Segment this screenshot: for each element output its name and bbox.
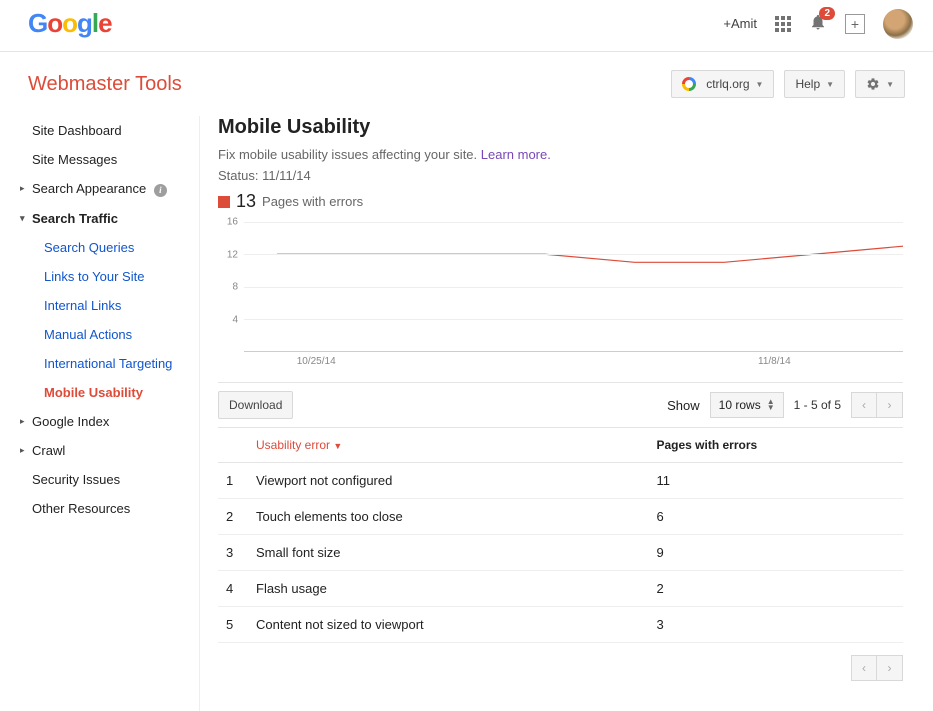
show-label: Show bbox=[667, 398, 700, 413]
headerbar: Webmaster Tools ctrlq.org ▼ Help ▼ ▼ bbox=[0, 52, 933, 116]
usability-table: Usability error ▼ Pages with errors 1Vie… bbox=[218, 428, 903, 643]
row-pages: 6 bbox=[648, 499, 903, 535]
table-controls: Download Show 10 rows ▲▼ 1 - 5 of 5 ‹ › bbox=[218, 382, 903, 428]
user-link[interactable]: +Amit bbox=[723, 16, 757, 31]
row-index: 5 bbox=[218, 607, 248, 643]
legend-count: 13 bbox=[236, 191, 256, 212]
rows-value: 10 rows bbox=[719, 398, 761, 412]
pager-buttons-bottom: ‹ › bbox=[851, 655, 903, 681]
sidebar: Site Dashboard Site Messages Search Appe… bbox=[0, 116, 200, 711]
sidebar-item-other[interactable]: Other Resources bbox=[14, 494, 199, 523]
page-title: Mobile Usability bbox=[218, 116, 903, 139]
site-selector[interactable]: ctrlq.org ▼ bbox=[671, 70, 774, 98]
pager-next-bottom[interactable]: › bbox=[877, 655, 903, 681]
site-favicon bbox=[682, 77, 696, 91]
topbar: Google +Amit 2 + bbox=[0, 0, 933, 52]
sidebar-item-search-appearance[interactable]: Search Appearance i bbox=[14, 174, 199, 204]
help-button[interactable]: Help ▼ bbox=[784, 70, 845, 98]
chart-legend: 13 Pages with errors bbox=[218, 191, 903, 212]
sort-indicator-icon: ▼ bbox=[333, 441, 342, 451]
row-index: 4 bbox=[218, 571, 248, 607]
rows-select[interactable]: 10 rows ▲▼ bbox=[710, 392, 784, 418]
col-pages[interactable]: Pages with errors bbox=[648, 428, 903, 463]
pager-prev-bottom[interactable]: ‹ bbox=[851, 655, 877, 681]
avatar[interactable] bbox=[883, 9, 913, 39]
table-row[interactable]: 5Content not sized to viewport3 bbox=[218, 607, 903, 643]
legend-swatch bbox=[218, 196, 230, 208]
sidebar-item-internal-links[interactable]: Internal Links bbox=[14, 291, 199, 320]
site-label: ctrlq.org bbox=[706, 77, 749, 91]
sidebar-item-label: Search Appearance bbox=[32, 181, 146, 196]
main-content: Mobile Usability Fix mobile usability is… bbox=[200, 116, 933, 711]
col-index bbox=[218, 428, 248, 463]
table-row[interactable]: 2Touch elements too close6 bbox=[218, 499, 903, 535]
sidebar-item-security[interactable]: Security Issues bbox=[14, 465, 199, 494]
chart-area bbox=[244, 222, 903, 352]
google-logo[interactable]: Google bbox=[28, 8, 112, 39]
pager-prev[interactable]: ‹ bbox=[851, 392, 877, 418]
footer-pager: ‹ › bbox=[218, 655, 903, 681]
pager-text: 1 - 5 of 5 bbox=[794, 398, 841, 412]
sidebar-item-manual-actions[interactable]: Manual Actions bbox=[14, 320, 199, 349]
col-error-label: Usability error bbox=[256, 438, 330, 452]
download-button[interactable]: Download bbox=[218, 391, 293, 419]
subtitle-text: Fix mobile usability issues affecting yo… bbox=[218, 147, 481, 162]
status-label: Status: bbox=[218, 168, 262, 183]
row-pages: 2 bbox=[648, 571, 903, 607]
row-index: 1 bbox=[218, 463, 248, 499]
chart-y-axis: 481216 bbox=[218, 222, 242, 352]
sidebar-item-links[interactable]: Links to Your Site bbox=[14, 262, 199, 291]
sidebar-item-mobile-usability[interactable]: Mobile Usability bbox=[14, 378, 199, 407]
row-error: Viewport not configured bbox=[248, 463, 648, 499]
row-index: 2 bbox=[218, 499, 248, 535]
gear-icon bbox=[866, 77, 880, 91]
col-error[interactable]: Usability error ▼ bbox=[248, 428, 648, 463]
sidebar-item-google-index[interactable]: Google Index bbox=[14, 407, 199, 436]
row-index: 3 bbox=[218, 535, 248, 571]
notification-badge: 2 bbox=[819, 7, 835, 20]
row-error: Small font size bbox=[248, 535, 648, 571]
row-pages: 3 bbox=[648, 607, 903, 643]
sidebar-item-crawl[interactable]: Crawl bbox=[14, 436, 199, 465]
page-subtitle: Fix mobile usability issues affecting yo… bbox=[218, 147, 903, 162]
share-icon[interactable]: + bbox=[845, 14, 865, 34]
chevron-down-icon: ▼ bbox=[886, 80, 894, 89]
learn-more-link[interactable]: Learn more. bbox=[481, 147, 551, 162]
table-row[interactable]: 4Flash usage2 bbox=[218, 571, 903, 607]
table-controls-right: Show 10 rows ▲▼ 1 - 5 of 5 ‹ › bbox=[667, 392, 903, 418]
sidebar-item-search-queries[interactable]: Search Queries bbox=[14, 233, 199, 262]
sidebar-item-search-traffic[interactable]: Search Traffic bbox=[14, 204, 199, 233]
stepper-icon: ▲▼ bbox=[767, 399, 775, 411]
row-error: Flash usage bbox=[248, 571, 648, 607]
row-error: Content not sized to viewport bbox=[248, 607, 648, 643]
notifications-icon[interactable]: 2 bbox=[809, 13, 827, 34]
settings-button[interactable]: ▼ bbox=[855, 70, 905, 98]
table-row[interactable]: 3Small font size9 bbox=[218, 535, 903, 571]
layout: Site Dashboard Site Messages Search Appe… bbox=[0, 116, 933, 711]
status-line: Status: 11/11/14 bbox=[218, 168, 903, 183]
sidebar-item-dashboard[interactable]: Site Dashboard bbox=[14, 116, 199, 145]
status-date: 11/11/14 bbox=[262, 168, 311, 183]
apps-icon[interactable] bbox=[775, 16, 791, 32]
topbar-right: +Amit 2 + bbox=[723, 9, 913, 39]
product-title[interactable]: Webmaster Tools bbox=[28, 73, 182, 96]
headerbar-right: ctrlq.org ▼ Help ▼ ▼ bbox=[671, 70, 905, 98]
chart: 481216 10/25/1411/8/14 bbox=[218, 222, 903, 372]
table-row[interactable]: 1Viewport not configured11 bbox=[218, 463, 903, 499]
sidebar-item-messages[interactable]: Site Messages bbox=[14, 145, 199, 174]
pager-next[interactable]: › bbox=[877, 392, 903, 418]
row-error: Touch elements too close bbox=[248, 499, 648, 535]
row-pages: 9 bbox=[648, 535, 903, 571]
row-pages: 11 bbox=[648, 463, 903, 499]
help-label: Help bbox=[795, 77, 820, 91]
info-icon[interactable]: i bbox=[154, 184, 167, 197]
legend-text: Pages with errors bbox=[262, 194, 363, 209]
chevron-down-icon: ▼ bbox=[756, 80, 764, 89]
sidebar-item-intl-targeting[interactable]: International Targeting bbox=[14, 349, 199, 378]
chevron-down-icon: ▼ bbox=[826, 80, 834, 89]
pager-buttons: ‹ › bbox=[851, 392, 903, 418]
